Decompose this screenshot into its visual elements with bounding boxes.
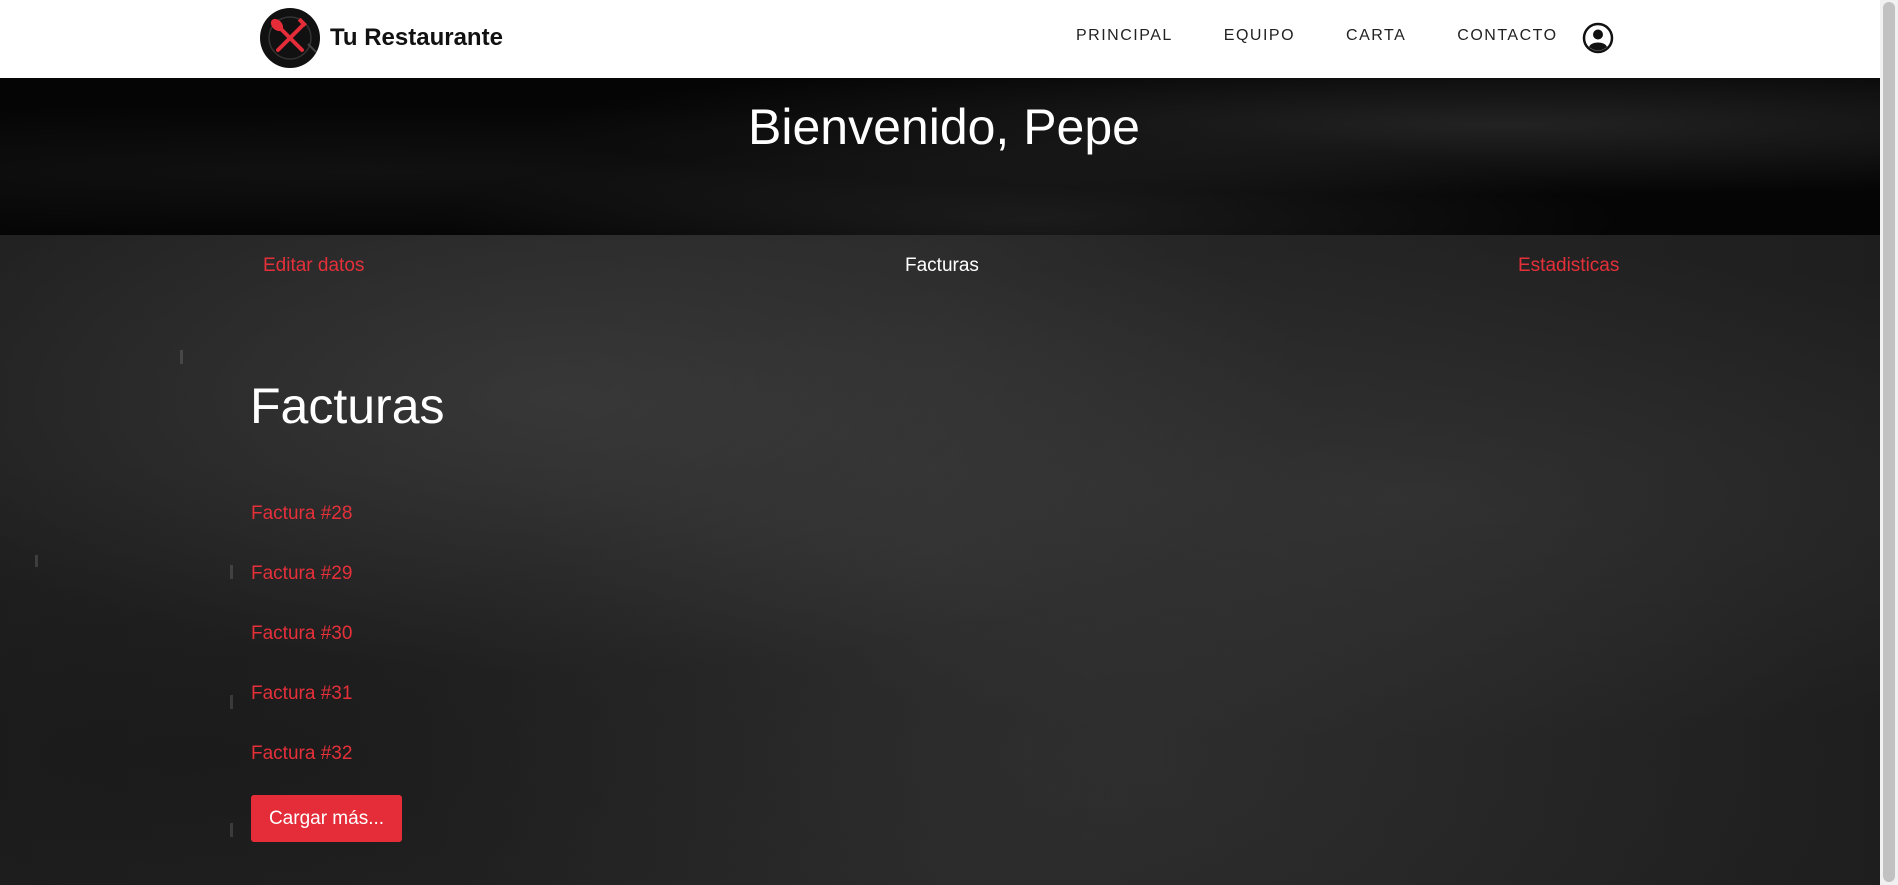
- user-circle-icon[interactable]: [1582, 22, 1614, 54]
- list-item: Factura #28: [251, 503, 352, 563]
- chalk-mark: [35, 555, 38, 567]
- invoice-link[interactable]: Factura #30: [251, 623, 352, 644]
- account-main: Editar datos Facturas Estadisticas Factu…: [0, 235, 1880, 885]
- nav-carta[interactable]: CARTA: [1346, 27, 1406, 45]
- hero-banner: Bienvenido, Pepe: [0, 78, 1880, 235]
- list-item: Factura #31: [251, 683, 352, 743]
- statistics-link[interactable]: Estadisticas: [1518, 255, 1619, 277]
- list-item: Factura #30: [251, 623, 352, 683]
- nav-contacto[interactable]: CONTACTO: [1457, 27, 1557, 45]
- brand[interactable]: Tu Restaurante: [260, 8, 503, 68]
- nav-equipo[interactable]: EQUIPO: [1224, 27, 1295, 45]
- invoice-link[interactable]: Factura #31: [251, 683, 352, 704]
- invoice-link[interactable]: Factura #32: [251, 743, 352, 764]
- chalk-mark: [230, 695, 233, 709]
- chalk-mark: [180, 350, 183, 364]
- invoices-link-active[interactable]: Facturas: [905, 255, 979, 277]
- brand-name: Tu Restaurante: [330, 24, 503, 51]
- chalk-mark: [230, 565, 233, 579]
- welcome-title: Bienvenido, Pepe: [748, 99, 1140, 155]
- crossed-fork-knife-logo: [260, 8, 320, 68]
- chalk-mark: [230, 823, 233, 837]
- account-subnav: Editar datos Facturas Estadisticas: [0, 255, 1880, 285]
- edit-data-link[interactable]: Editar datos: [263, 255, 364, 277]
- invoice-list: Factura #28 Factura #29 Factura #30 Fact…: [251, 503, 352, 803]
- list-item: Factura #29: [251, 563, 352, 623]
- invoices-heading: Facturas: [250, 378, 445, 434]
- list-item: Factura #32: [251, 743, 352, 803]
- invoice-link[interactable]: Factura #29: [251, 563, 352, 584]
- invoice-link[interactable]: Factura #28: [251, 503, 352, 524]
- main-nav: PRINCIPAL EQUIPO CARTA CONTACTO: [1076, 27, 1609, 45]
- top-navbar: Tu Restaurante PRINCIPAL EQUIPO CARTA CO…: [0, 0, 1880, 78]
- nav-principal[interactable]: PRINCIPAL: [1076, 27, 1173, 45]
- load-more-button[interactable]: Cargar más...: [251, 795, 402, 842]
